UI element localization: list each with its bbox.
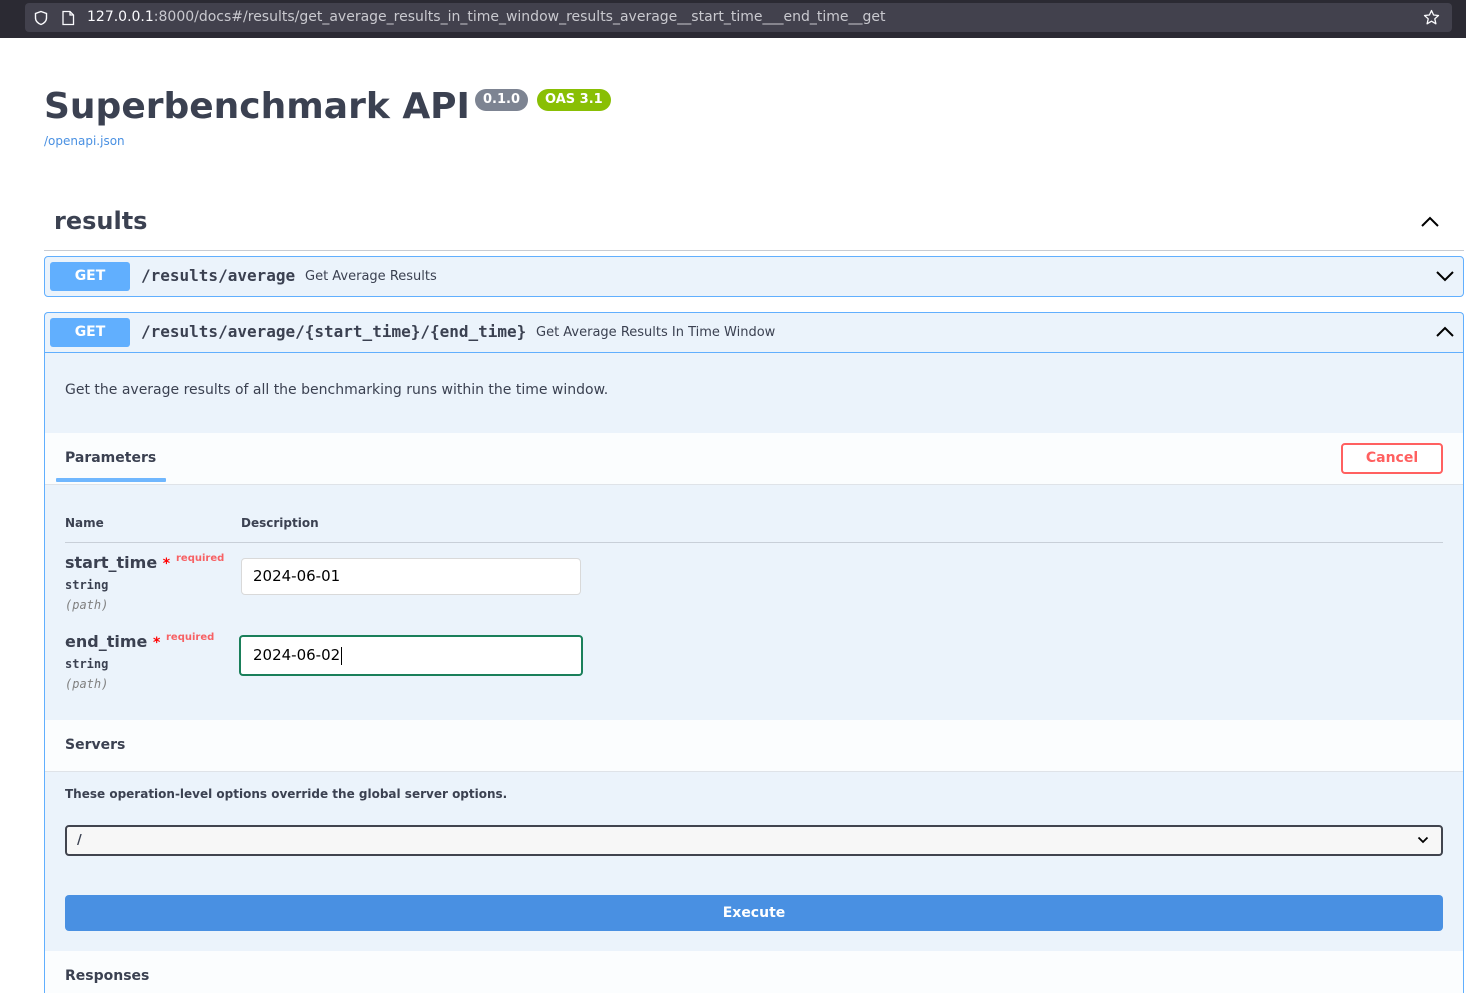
oas-badge: OAS 3.1 — [537, 89, 611, 111]
opblock-get-results-average: GET /results/average Get Average Results — [44, 256, 1464, 297]
servers-title: Servers — [65, 737, 126, 753]
server-select[interactable]: / — [65, 825, 1443, 856]
url-text[interactable]: 127.0.0.1:8000/docs#/results/get_average… — [87, 9, 886, 25]
end-time-input-value: 2024-06-02 — [253, 646, 341, 664]
start-time-input[interactable]: 2024-06-01 — [241, 558, 581, 595]
operation-description: Get the average results of all the bench… — [65, 382, 609, 398]
browser-toolbar: 127.0.0.1:8000/docs#/results/get_average… — [0, 0, 1466, 38]
method-badge: GET — [50, 262, 130, 291]
version-badge: 0.1.0 — [475, 89, 529, 111]
url-host: 127.0.0.1 — [87, 9, 154, 25]
end-time-input[interactable]: 2024-06-02 — [239, 635, 583, 676]
method-badge: GET — [50, 318, 130, 347]
tag-results-title[interactable]: results — [54, 207, 147, 235]
parameter-name-text: start_time — [65, 553, 158, 572]
tab-active-indicator — [56, 478, 166, 482]
column-header-name: Name — [65, 516, 104, 530]
openapi-json-link[interactable]: /openapi.json — [44, 134, 125, 148]
operation-path[interactable]: /results/average/{start_time}/{end_time} — [141, 322, 526, 341]
required-label: required — [176, 553, 225, 564]
servers-header: Servers — [45, 720, 1463, 772]
tag-divider — [44, 250, 1464, 251]
api-title: Superbenchmark API — [44, 86, 470, 127]
servers-note: These operation-level options override t… — [65, 787, 508, 801]
parameter-location: (path) — [65, 677, 109, 691]
opblock-summary[interactable]: GET /results/average/{start_time}/{end_t… — [45, 313, 1463, 353]
operation-summary: Get Average Results In Time Window — [536, 325, 776, 340]
page-icon — [62, 10, 75, 26]
text-caret — [341, 646, 343, 665]
parameters-header: Parameters Cancel — [45, 433, 1463, 485]
operation-path[interactable]: /results/average — [141, 266, 295, 285]
responses-title: Responses — [65, 968, 150, 984]
parameter-name-text: end_time — [65, 632, 148, 651]
opblock-summary[interactable]: GET /results/average Get Average Results — [45, 257, 1463, 297]
execute-button[interactable]: Execute — [65, 895, 1443, 931]
parameter-name: end_time * — [65, 632, 160, 651]
shield-icon[interactable] — [33, 10, 49, 26]
responses-header: Responses — [45, 951, 1463, 996]
required-label: required — [166, 632, 215, 643]
chevron-up-icon[interactable] — [1420, 215, 1440, 229]
parameter-location: (path) — [65, 598, 109, 612]
server-select-value: / — [77, 833, 82, 848]
table-header-divider — [65, 542, 1443, 543]
required-star: * — [152, 635, 161, 651]
cancel-button[interactable]: Cancel — [1341, 443, 1443, 474]
column-header-description: Description — [241, 516, 319, 530]
opblock-get-results-average-time-window: GET /results/average/{start_time}/{end_t… — [44, 312, 1464, 996]
required-star: * — [162, 556, 171, 572]
address-bar[interactable]: 127.0.0.1:8000/docs#/results/get_average… — [25, 3, 1452, 32]
chevron-down-icon — [1417, 836, 1429, 844]
chevron-up-icon[interactable] — [1435, 325, 1455, 339]
parameter-type: string — [65, 578, 109, 592]
bookmark-star-icon[interactable] — [1423, 9, 1440, 26]
url-path: :8000/docs#/results/get_average_results_… — [153, 9, 886, 25]
tab-parameters[interactable]: Parameters — [65, 450, 156, 466]
operation-summary: Get Average Results — [305, 269, 437, 284]
parameter-type: string — [65, 657, 109, 671]
parameter-name: start_time * — [65, 553, 170, 572]
chevron-down-icon[interactable] — [1435, 269, 1455, 283]
